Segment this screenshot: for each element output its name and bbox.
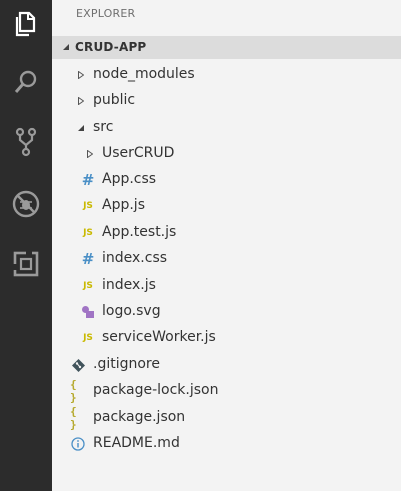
info-icon [70, 436, 86, 452]
tree-item-label: UserCRUD [102, 145, 175, 161]
activity-bar [0, 0, 52, 491]
tree-file-logo-svg[interactable]: logo.svg [52, 299, 401, 325]
project-section-header[interactable]: CRUD-APP [52, 36, 401, 59]
tree-item-label: index.css [102, 250, 168, 266]
svg-file-icon [80, 304, 96, 320]
files-icon[interactable] [0, 0, 52, 48]
explorer-panel: EXPLORER CRUD-APP node_modules public sr… [52, 0, 401, 491]
tree-item-label: README.md [93, 435, 180, 451]
tree-item-label: App.test.js [102, 224, 177, 240]
tree-folder-public[interactable]: public [52, 88, 401, 114]
search-icon[interactable] [0, 58, 52, 106]
js-file-icon: JS [83, 281, 93, 291]
js-file-icon: JS [83, 201, 93, 211]
git-file-icon [70, 357, 86, 373]
tree-file-readme-md[interactable]: README.md [52, 431, 401, 457]
tree-file-app-js[interactable]: JS App.js [52, 193, 401, 219]
chevron-right-icon [87, 150, 93, 158]
chevron-down-icon [78, 125, 84, 131]
tree-file-app-css[interactable]: # App.css [52, 167, 401, 193]
tree-folder-node-modules[interactable]: node_modules [52, 62, 401, 88]
tree-folder-usercrud[interactable]: UserCRUD [52, 141, 401, 167]
tree-item-label: App.js [102, 197, 145, 213]
tree-file-serviceworker-js[interactable]: JS serviceWorker.js [52, 325, 401, 351]
tree-item-label: package-lock.json [93, 382, 219, 398]
debug-icon[interactable] [0, 180, 52, 228]
tree-folder-src[interactable]: src [52, 115, 401, 141]
json-file-icon: { } [70, 405, 77, 431]
tree-item-label: .gitignore [93, 356, 160, 372]
tree-file-app-test-js[interactable]: JS App.test.js [52, 220, 401, 246]
project-name: CRUD-APP [75, 40, 147, 54]
tree-item-label: logo.svg [102, 303, 161, 319]
chevron-right-icon [78, 97, 84, 105]
tree-file-package-json[interactable]: { } package.json [52, 405, 401, 431]
css-file-icon: # [81, 250, 95, 268]
tree-file-package-lock-json[interactable]: { } package-lock.json [52, 378, 401, 404]
tree-item-label: node_modules [93, 66, 195, 82]
js-file-icon: JS [83, 228, 93, 238]
css-file-icon: # [81, 171, 95, 189]
tree-item-label: package.json [93, 409, 186, 425]
js-file-icon: JS [83, 333, 93, 343]
tree-item-label: serviceWorker.js [102, 329, 216, 345]
extensions-icon[interactable] [0, 240, 52, 288]
tree-file-index-js[interactable]: JS index.js [52, 273, 401, 299]
chevron-right-icon [78, 71, 84, 79]
tree-item-label: App.css [102, 171, 157, 187]
explorer-title: EXPLORER [76, 7, 136, 20]
source-control-icon[interactable] [0, 118, 52, 166]
tree-item-label: public [93, 92, 136, 108]
tree-file-gitignore[interactable]: .gitignore [52, 352, 401, 378]
tree-file-index-css[interactable]: # index.css [52, 246, 401, 272]
tree-item-label: index.js [102, 277, 156, 293]
chevron-down-icon [63, 44, 69, 50]
tree-item-label: src [93, 119, 114, 135]
json-file-icon: { } [70, 378, 77, 404]
